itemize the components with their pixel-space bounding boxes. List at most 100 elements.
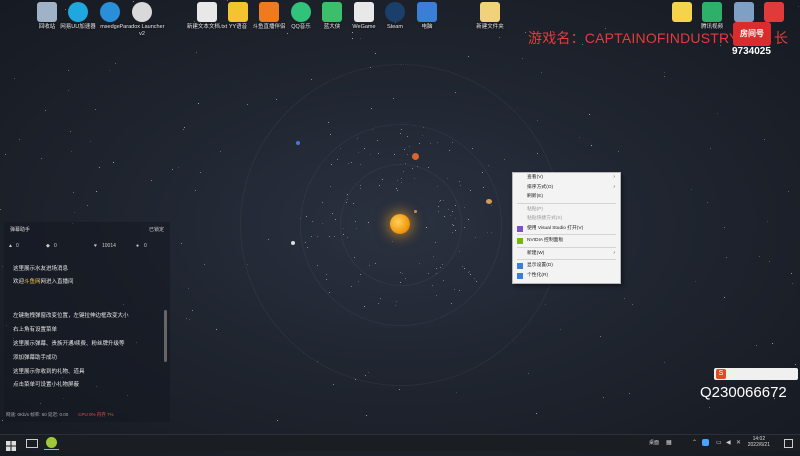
- menu-item-icon: [517, 263, 523, 269]
- star: [113, 162, 114, 163]
- asteroid: [401, 182, 402, 183]
- asteroid: [330, 186, 331, 187]
- asteroid: [351, 286, 352, 287]
- desktop-icon-new-folder[interactable]: 新建文件夹: [466, 2, 514, 31]
- network-icon[interactable]: ▭: [716, 439, 722, 446]
- asteroid: [438, 211, 439, 212]
- asteroid: [442, 264, 443, 265]
- asteroid: [419, 143, 420, 144]
- menu-item[interactable]: 显示设置(D): [513, 261, 620, 271]
- asteroid: [474, 278, 475, 279]
- task-view-icon[interactable]: [26, 439, 38, 448]
- menu-item[interactable]: 排序方式(O) ›: [513, 183, 620, 193]
- asteroid: [360, 164, 361, 165]
- star: [287, 33, 288, 34]
- star: [360, 38, 361, 39]
- star: [371, 108, 372, 109]
- chat-message: 这里展示弹幕、贵族开通/续费、粉丝牌升级等: [13, 341, 125, 347]
- volume-icon[interactable]: ◀: [726, 439, 731, 446]
- star: [422, 135, 423, 136]
- menu-item[interactable]: 查看(V) ›: [513, 173, 620, 183]
- asteroid: [402, 273, 403, 274]
- menu-item[interactable]: 刷新(E): [513, 192, 620, 202]
- asteroid: [343, 234, 344, 235]
- star: [726, 257, 727, 258]
- user-icon: ●: [136, 243, 140, 249]
- star: [204, 264, 205, 265]
- menu-separator: [517, 246, 616, 248]
- star: [90, 141, 91, 142]
- desktop-icon-paradox[interactable]: Paradox Launcher v2: [118, 2, 166, 38]
- menu-item[interactable]: 个性化(R): [513, 271, 620, 281]
- asteroid: [476, 281, 477, 282]
- star: [87, 205, 88, 206]
- desktop[interactable]: 回收站 网易UU加速器 msedge Paradox Launcher v2 新…: [0, 0, 800, 434]
- lock-button[interactable]: 已锁定: [149, 226, 164, 233]
- asteroid: [312, 221, 313, 222]
- star: [73, 192, 74, 193]
- notification-icon[interactable]: [784, 439, 793, 448]
- asteroid: [444, 216, 445, 217]
- menu-item[interactable]: 使用 Visual Studio 打开(V): [513, 224, 620, 234]
- taskbar-app-icon[interactable]: [46, 437, 57, 448]
- asteroid: [307, 247, 308, 248]
- danmaku-panel[interactable]: 弹幕助手 已锁定 ▲ 0 ◆ 0 ♥ 10014 ● 0 这里展示水友进场消息 …: [4, 222, 170, 422]
- asteroid: [455, 205, 456, 206]
- panel-title: 弹幕助手: [10, 227, 31, 233]
- start-button[interactable]: [6, 438, 16, 451]
- input-method-icon[interactable]: ✕: [736, 439, 741, 446]
- tray-expand-icon[interactable]: ⌃: [692, 439, 697, 446]
- menu-item-label: 排序方式(O): [527, 184, 554, 190]
- folder-icon: [480, 2, 500, 22]
- asteroid: [452, 211, 453, 212]
- menu-item[interactable]: NVIDIA 控制面板: [513, 236, 620, 246]
- chat-scrollbar[interactable]: [164, 310, 167, 362]
- star: [276, 99, 277, 100]
- tray-app-icon[interactable]: [702, 439, 709, 446]
- context-menu[interactable]: 查看(V) › 排序方式(O) › 刷新(E) 粘贴(P) 粘贴快捷方式(S) 使用 Visu…: [512, 172, 621, 284]
- clock[interactable]: 14:02 2022/6/21: [748, 436, 770, 448]
- overlay-suffix: 长: [774, 30, 788, 46]
- star: [115, 63, 116, 64]
- asteroid: [347, 237, 348, 238]
- taskbar[interactable]: 桌面 ▦ ⌃ ▭ ◀ ✕ 14:02 2022/6/21: [0, 434, 800, 451]
- cpu-stats: CPU 0% 内存 7%: [78, 412, 114, 417]
- asteroid: [400, 133, 401, 134]
- chevron-right-icon: ›: [613, 249, 615, 256]
- star: [14, 78, 15, 79]
- chat-message: 这里展示水友进场消息: [13, 266, 69, 272]
- asteroid: [358, 281, 359, 282]
- menu-item[interactable]: 新建(W) ›: [513, 249, 620, 259]
- star: [664, 72, 665, 73]
- star: [504, 159, 505, 160]
- asteroid: [358, 152, 359, 153]
- asteroid: [355, 221, 356, 222]
- star: [536, 413, 537, 414]
- star: [664, 362, 665, 363]
- star: [629, 393, 630, 394]
- star: [772, 343, 773, 344]
- chevron-right-icon: ›: [613, 174, 615, 180]
- planet-orange: [412, 153, 419, 160]
- planet-small: [414, 210, 417, 213]
- net-stats: 网速: 0Kb/s 帧率: 60 延迟: 0.00: [6, 412, 69, 417]
- star: [788, 191, 789, 192]
- input-method-bar[interactable]: S: [714, 368, 798, 380]
- asteroid: [452, 142, 453, 143]
- menu-item-label: 粘贴(P): [527, 206, 543, 212]
- stat-fans: 10014: [102, 243, 116, 249]
- star: [756, 345, 757, 346]
- tray-icon[interactable]: ▦: [666, 439, 672, 446]
- star: [71, 151, 72, 152]
- asteroid: [311, 236, 312, 237]
- chat-username: 斗鱼网: [24, 279, 41, 285]
- star: [541, 72, 542, 73]
- asteroid: [370, 154, 371, 155]
- asteroid: [322, 202, 323, 203]
- desktop-icon-app-3[interactable]: [750, 2, 798, 24]
- tray-desktop-label[interactable]: 桌面: [649, 439, 659, 446]
- star: [216, 329, 217, 330]
- menu-item-icon: [517, 238, 523, 244]
- desktop-icon-computer[interactable]: 电脑: [403, 2, 451, 31]
- asteroid: [436, 268, 437, 269]
